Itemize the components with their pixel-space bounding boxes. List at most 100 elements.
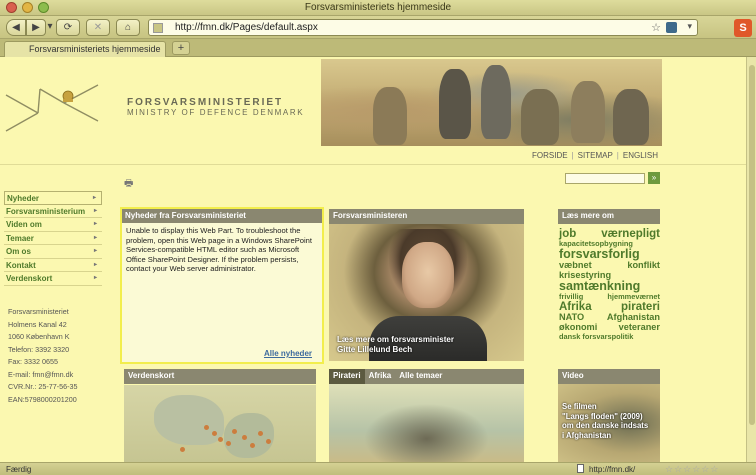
window-title: Forsvarsministeriets hjemmeside [304, 2, 452, 13]
nav-item-label: Verdenskort [6, 274, 53, 283]
tag-link[interactable]: forsvarsforlig [559, 247, 640, 261]
tag-link[interactable]: dansk forsvarspolitik [559, 332, 633, 341]
nav-item-verdenskort[interactable]: Verdenskort ▸ [4, 272, 102, 286]
pirates-photo[interactable] [329, 384, 524, 462]
home-button[interactable]: ⌂ [116, 19, 140, 36]
tag-cloud: job værnepligt kapacitetsopbygning forsvars… [558, 224, 660, 340]
minister-face [402, 242, 454, 308]
nav-item-kontakt[interactable]: Kontakt ▸ [4, 259, 102, 272]
ministry-logo[interactable] [4, 83, 100, 133]
video-caption-line: om den danske indsats [562, 421, 649, 430]
forside-link[interactable]: FORSIDE [532, 151, 568, 160]
news-heading: Nyheder fra Forsvarsministeriet [122, 209, 322, 223]
tab-active[interactable]: Forsvarsministeriets hjemmeside [4, 41, 166, 57]
arrow-right-icon: ▸ [92, 195, 96, 201]
nav-item-nyheder[interactable]: Nyheder ▸ [4, 191, 102, 205]
reload-button[interactable]: ⟳ [56, 19, 80, 36]
minister-panel[interactable]: Forsvarsministeren Læs mere om forsvarsm… [329, 209, 524, 361]
map-marker[interactable] [258, 431, 263, 436]
map-marker[interactable] [226, 441, 231, 446]
address-line: EAN:5798000201200 [8, 394, 77, 404]
search-go-button[interactable]: » [648, 172, 660, 184]
tag-link[interactable]: konflikt [627, 260, 660, 271]
status-url: http://fmn.dk/ [589, 465, 636, 474]
map-marker[interactable] [232, 429, 237, 434]
arrow-right-icon: ▸ [93, 275, 97, 281]
tab-strip: Forsvarsministeriets hjemmeside + [0, 39, 756, 57]
tab-alle-temaer[interactable]: Alle temaer [395, 369, 446, 384]
world-map-heading: Verdenskort [124, 369, 316, 384]
nav-item-label: Viden om [6, 220, 42, 229]
header-divider [0, 164, 746, 165]
minister-caption[interactable]: Læs mere om forsvarsminister Gitte Lille… [337, 335, 454, 355]
world-map-panel: Verdenskort [120, 369, 320, 462]
arrow-right-icon: ▸ [93, 248, 97, 254]
tab-pirateri[interactable]: Pirateri [329, 369, 365, 384]
nav-item-forsvarsministerium[interactable]: Forsvarsministerium ▸ [4, 205, 102, 218]
new-tab-button[interactable]: + [172, 41, 190, 55]
read-more-heading: Læs mere om [558, 209, 660, 224]
map-marker[interactable] [180, 447, 185, 452]
page-document-icon [577, 464, 584, 473]
forward-icon: ▶ [32, 22, 40, 33]
english-link[interactable]: ENGLISH [623, 151, 658, 160]
all-news-link[interactable]: Alle nyheder [264, 349, 312, 358]
arrow-right-icon: ▸ [93, 234, 97, 241]
address-line: 1060 København K [8, 332, 70, 341]
map-marker[interactable] [204, 425, 209, 430]
bookmark-star-icon[interactable]: ☆ [651, 21, 661, 34]
themes-tabs: Pirateri Afrika Alle temaer [329, 369, 524, 384]
back-button[interactable]: ◀ [6, 19, 26, 36]
nav-item-temaer[interactable]: Temaer ▸ [4, 232, 102, 245]
browser-toolbar: ◀ ▶ ▾ ⟳ ✕ ⌂ http://fmn.dk/Pages/default.… [0, 16, 756, 39]
stop-icon: ✕ [93, 22, 103, 33]
nav-item-viden-om[interactable]: Viden om ▸ [4, 218, 102, 232]
reload-icon: ⟳ [63, 22, 73, 33]
map-marker[interactable] [266, 439, 271, 444]
address-line: Holmens Kanal 42 [8, 319, 67, 329]
tag-row: frivillig hjemmeværnet [559, 293, 660, 301]
rating-stars-icon[interactable]: ☆☆☆☆☆☆ [665, 464, 719, 475]
tag-link[interactable]: hjemmeværnet [607, 293, 660, 301]
map-marker[interactable] [218, 437, 223, 442]
page-scrollbar[interactable] [746, 57, 756, 462]
contact-address: Forsvarsministeriet Holmens Kanal 42 106… [8, 306, 78, 406]
scrollbar-thumb[interactable] [749, 65, 755, 425]
top-links: FORSIDE | SITEMAP | ENGLISH [532, 151, 658, 160]
sitemap-link[interactable]: SITEMAP [578, 151, 613, 160]
world-map[interactable] [124, 385, 316, 462]
video-heading: Video [558, 369, 660, 384]
map-marker[interactable] [242, 435, 247, 440]
map-marker[interactable] [250, 443, 255, 448]
forward-button[interactable]: ▶ [26, 19, 46, 36]
left-navigation: Nyheder ▸ Forsvarsministerium ▸ Viden om ▸ … [4, 191, 102, 286]
print-icon[interactable]: 🖶 [124, 176, 133, 193]
toplink-separator: | [571, 151, 574, 160]
address-line: CVR.Nr.: 25-77-56-35 [8, 382, 78, 391]
map-marker[interactable] [212, 431, 217, 436]
tab-afrika[interactable]: Afrika [365, 369, 396, 384]
feed-icon[interactable] [666, 22, 677, 33]
url-dropdown-icon[interactable]: ▾ [687, 21, 692, 32]
history-dropdown-button[interactable]: ▾ [46, 19, 54, 36]
brand-name-english: MINISTRY OF DEFENCE DENMARK [127, 108, 305, 117]
read-more-panel: Læs mere om job værnepligt kapacitetsopbyg… [558, 209, 660, 359]
video-caption[interactable]: Se filmen "Langs floden" (2009) om den d… [562, 402, 648, 440]
nav-item-om-os[interactable]: Om os ▸ [4, 245, 102, 259]
site-search-input[interactable] [565, 173, 645, 184]
arrow-right-icon: ▸ [93, 207, 97, 214]
arrow-right-icon: ▸ [93, 221, 97, 227]
chevron-down-icon: ▾ [47, 21, 53, 32]
stop-button[interactable]: ✕ [86, 19, 110, 36]
address-bar[interactable]: http://fmn.dk/Pages/default.aspx ☆ ▾ [148, 19, 698, 36]
tag-link[interactable]: frivillig [559, 293, 583, 301]
address-line[interactable]: E-mail: fmn@fmn.dk [8, 369, 78, 382]
extension-button[interactable]: S [734, 19, 752, 37]
minister-photo[interactable]: Læs mere om forsvarsminister Gitte Lille… [329, 224, 524, 361]
site-favicon-icon [153, 23, 163, 33]
status-text: Færdig [6, 465, 32, 474]
nav-item-label: Kontakt [6, 260, 36, 270]
home-icon: ⌂ [124, 22, 132, 33]
status-bar: Færdig http://fmn.dk/ ☆☆☆☆☆☆ [0, 462, 756, 475]
address-text[interactable]: http://fmn.dk/Pages/default.aspx [175, 22, 318, 33]
